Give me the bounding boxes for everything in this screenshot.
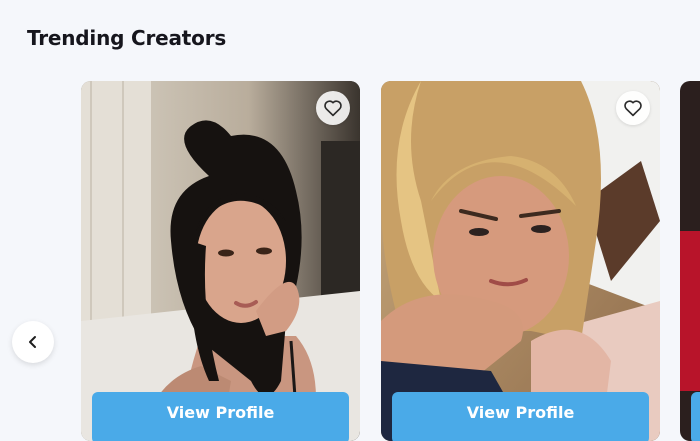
creator-photo [680, 231, 700, 391]
creator-card-partial[interactable] [680, 81, 700, 441]
creator-card[interactable]: View Profile [381, 81, 660, 441]
carousel-prev-button[interactable] [12, 321, 54, 363]
chevron-left-icon [29, 336, 36, 348]
heart-outline-icon [324, 100, 342, 117]
view-profile-button-partial[interactable] [691, 392, 700, 441]
creator-photo [81, 81, 360, 441]
favorite-button[interactable] [316, 91, 350, 125]
section-title: Trending Creators [27, 26, 227, 50]
creator-photo [381, 81, 660, 441]
view-profile-button[interactable]: View Profile [392, 392, 649, 441]
creator-card[interactable]: View Profile [81, 81, 360, 441]
view-profile-button[interactable]: View Profile [92, 392, 349, 441]
favorite-button[interactable] [616, 91, 650, 125]
heart-outline-icon [624, 100, 642, 117]
